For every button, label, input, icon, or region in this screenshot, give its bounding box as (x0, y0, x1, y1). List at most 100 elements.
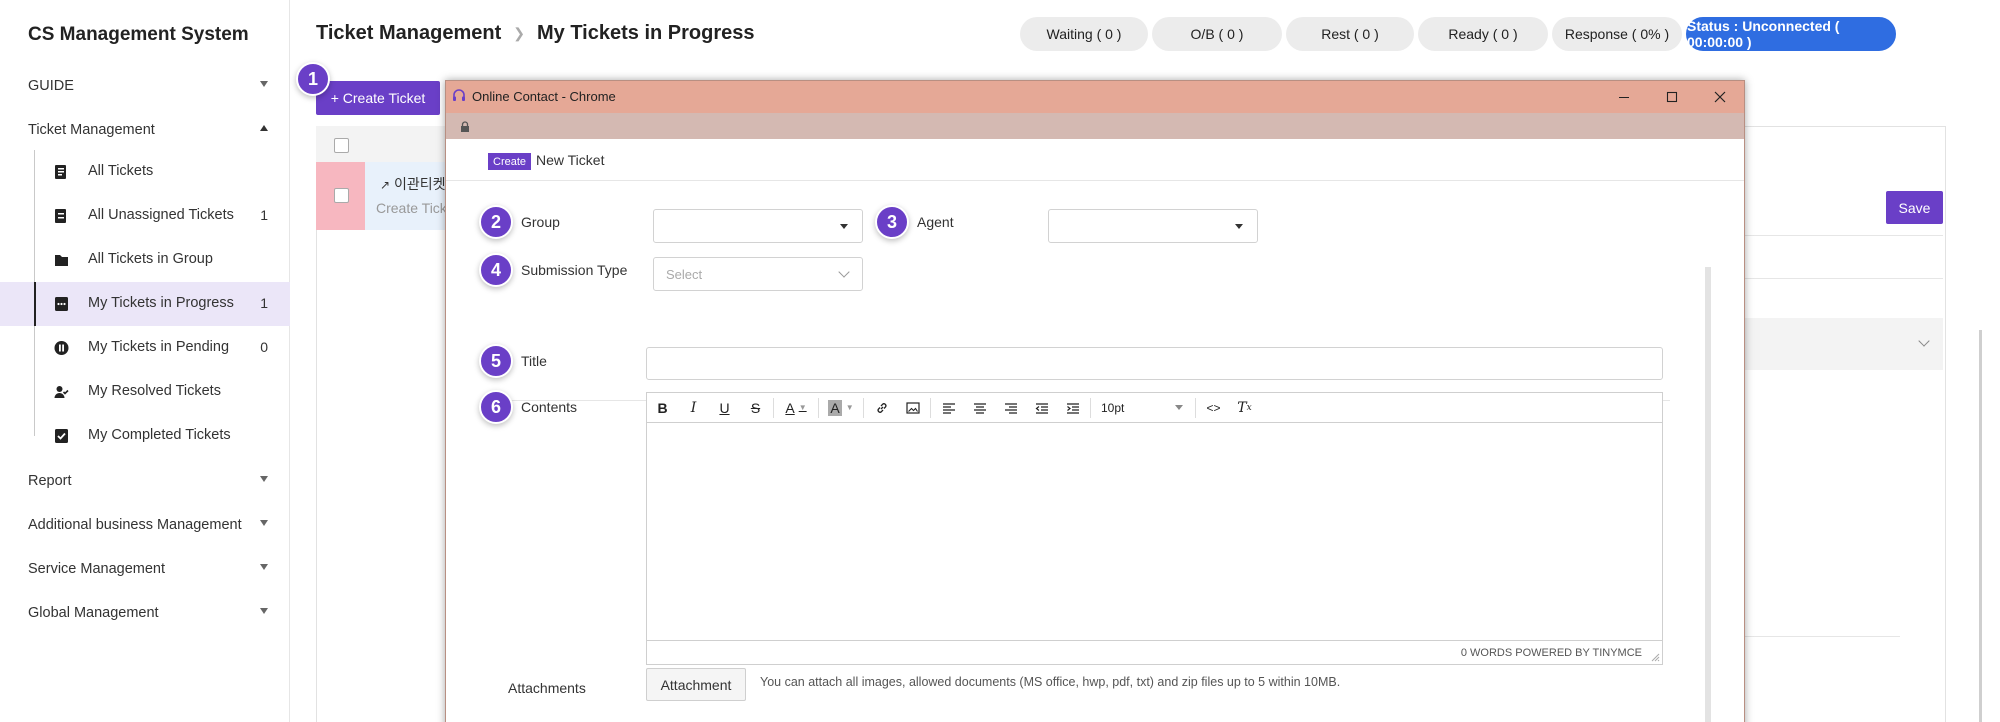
brand-title: CS Management System (28, 24, 249, 45)
table-row[interactable] (365, 162, 455, 230)
user-check-icon (54, 386, 69, 398)
save-button[interactable]: Save (1886, 191, 1943, 224)
status-response[interactable]: Response ( 0% ) (1552, 17, 1682, 51)
minimize-button[interactable] (1600, 81, 1648, 113)
nav-report-label: Report (28, 473, 72, 489)
indent-glyph (1066, 402, 1079, 414)
row-checkbox[interactable] (334, 188, 349, 203)
editor-status-text: 0 WORDS POWERED BY TINYMCE (1460, 647, 1642, 659)
sidebar-item-label: All Tickets (88, 163, 154, 179)
sidebar-item-my-resolved[interactable]: My Resolved Tickets (0, 370, 290, 414)
sidebar-item-my-pending[interactable]: My Tickets in Pending 0 (0, 326, 290, 370)
underline-icon[interactable]: U (709, 393, 740, 423)
sidebar-item-label: All Tickets in Group (88, 251, 213, 267)
nav-report[interactable]: Report (0, 461, 290, 501)
status-ob[interactable]: O/B ( 0 ) (1152, 17, 1282, 51)
select-all-checkbox[interactable] (334, 138, 349, 153)
text-color-icon[interactable]: A ▼ (776, 393, 816, 423)
agent-status-bar: Waiting ( 0 ) O/B ( 0 ) Rest ( 0 ) Ready… (1020, 17, 1896, 51)
status-waiting[interactable]: Waiting ( 0 ) (1020, 17, 1148, 51)
address-bar (446, 113, 1744, 139)
submission-type-select[interactable]: Select (653, 257, 863, 291)
close-button[interactable] (1696, 81, 1744, 113)
nav-service-management-label: Service Management (28, 561, 166, 577)
code-icon[interactable]: <> (1198, 393, 1229, 423)
chevron-up-icon (260, 125, 268, 131)
italic-icon[interactable]: I (678, 393, 709, 423)
align-center-icon[interactable] (964, 393, 995, 423)
sidebar-item-label: My Completed Tickets (88, 427, 231, 443)
font-size-select[interactable]: 10pt (1093, 393, 1193, 423)
align-left-glyph (942, 402, 955, 414)
sidebar-item-label: My Resolved Tickets (88, 383, 221, 399)
editor-body[interactable] (647, 423, 1662, 640)
nav-additional-business-label: Additional business Management (28, 517, 242, 533)
step-badge: 1 (296, 62, 330, 96)
nav-service-management[interactable]: Service Management (0, 549, 290, 589)
nav-guide[interactable]: GUIDE (0, 66, 290, 106)
submission-type-label: Submission Type (521, 262, 628, 278)
editor-toolbar: B I U S A ▼ A ▼ 10pt <> T x (647, 393, 1662, 423)
indent-icon[interactable] (1057, 393, 1088, 423)
step-badge: 3 (875, 205, 909, 239)
sidebar-item-label: All Unassigned Tickets (88, 207, 234, 223)
page-title: My Tickets in Progress (536, 22, 755, 44)
nav-global-management[interactable]: Global Management (0, 593, 290, 633)
sidebar-item-my-completed[interactable]: My Completed Tickets (0, 414, 290, 458)
background-color-icon[interactable]: A ▼ (821, 393, 861, 423)
attachment-hint: You can attach all images, allowed docum… (760, 675, 1341, 689)
minimize-icon (1619, 97, 1629, 98)
outdent-icon[interactable] (1026, 393, 1057, 423)
agent-select[interactable] (1048, 209, 1258, 243)
document-list-icon (55, 165, 66, 179)
popup-scrollbar[interactable] (1705, 267, 1711, 722)
step-badge: 2 (479, 205, 513, 239)
form-header: Create New Ticket (446, 139, 1744, 181)
sidebar-item-all-in-group[interactable]: All Tickets in Group (0, 238, 290, 282)
window-titlebar[interactable]: Online Contact - Chrome (446, 81, 1744, 113)
align-center-glyph (973, 402, 986, 414)
nav-ticket-management[interactable]: Ticket Management (0, 110, 290, 150)
nav-additional-business[interactable]: Additional business Management (0, 505, 290, 545)
sidebar-item-all-tickets[interactable]: All Tickets (0, 150, 290, 194)
title-input[interactable] (646, 347, 1663, 380)
attachments-label: Attachments (508, 680, 586, 696)
close-icon (1714, 91, 1726, 103)
sidebar-item-count: 1 (260, 207, 268, 223)
caret-down-icon (840, 224, 848, 229)
clear-format-icon[interactable]: Tx (1229, 393, 1260, 423)
chevron-right-icon: ❯ (513, 25, 525, 41)
attachment-button[interactable]: Attachment (646, 668, 746, 701)
status-rest[interactable]: Rest ( 0 ) (1286, 17, 1414, 51)
ticket-name-link[interactable]: ↗ 이관티켓 (380, 174, 445, 194)
headset-icon (453, 89, 465, 101)
agent-label: Agent (917, 214, 954, 230)
collapsed-panel[interactable] (1745, 318, 1943, 370)
maximize-button[interactable] (1648, 81, 1696, 113)
link-icon[interactable] (866, 393, 897, 423)
outdent-glyph (1035, 402, 1048, 414)
sidebar-item-all-unassigned[interactable]: All Unassigned Tickets 1 (0, 194, 290, 238)
sidebar-item-my-in-progress[interactable]: My Tickets in Progress 1 (0, 282, 290, 326)
nav-ticket-management-label: Ticket Management (28, 122, 155, 138)
page-scrollbar[interactable] (1979, 330, 1982, 722)
image-glyph (905, 401, 920, 414)
align-right-icon[interactable] (995, 393, 1026, 423)
align-left-icon[interactable] (933, 393, 964, 423)
image-icon[interactable] (897, 393, 928, 423)
group-select[interactable] (653, 209, 863, 243)
chevron-down-icon (260, 476, 268, 482)
status-ready[interactable]: Ready ( 0 ) (1418, 17, 1548, 51)
submission-type-placeholder: Select (666, 267, 703, 282)
checkbox-checked-icon (55, 429, 68, 443)
nav-guide-label: GUIDE (28, 78, 74, 94)
strikethrough-icon[interactable]: S (740, 393, 771, 423)
create-ticket-button[interactable]: + Create Ticket (316, 81, 440, 115)
breadcrumb-root[interactable]: Ticket Management (316, 22, 501, 45)
breadcrumb: Ticket Management ❯ My Tickets in Progre… (316, 22, 754, 45)
step-badge: 6 (479, 390, 513, 424)
connection-status-badge[interactable]: Status : Unconnected ( 00:00:00 ) (1686, 17, 1896, 51)
resize-handle-icon[interactable] (1651, 653, 1660, 662)
bold-icon[interactable]: B (647, 393, 678, 423)
align-right-glyph (1004, 402, 1017, 414)
